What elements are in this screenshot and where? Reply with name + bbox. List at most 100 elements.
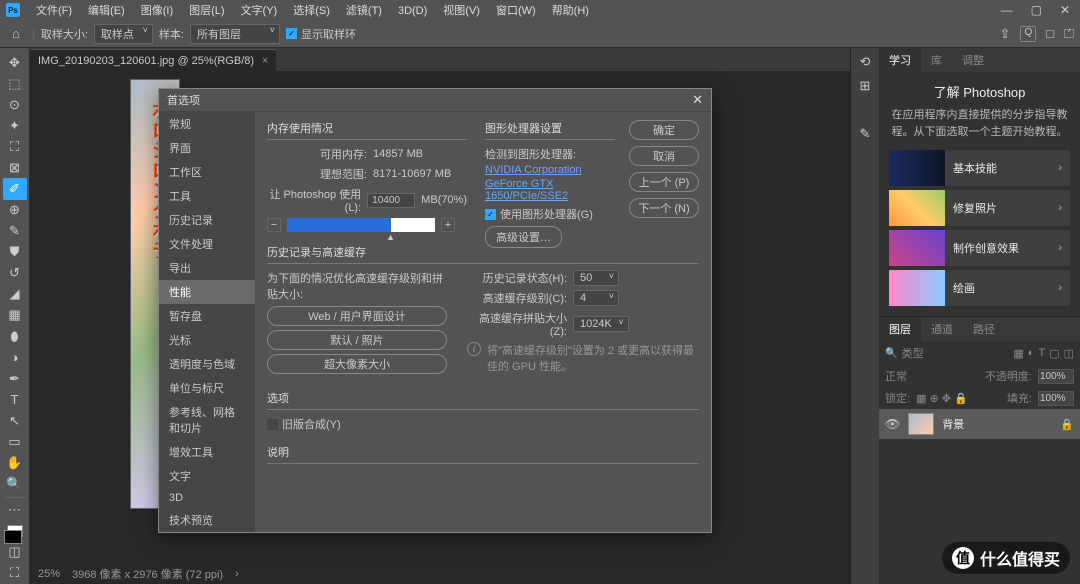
menu-item[interactable]: 3D(D) xyxy=(390,5,435,17)
sample-dropdown[interactable]: 所有图层 xyxy=(190,24,280,44)
nav-item[interactable]: 3D xyxy=(159,488,255,508)
history-brush-tool[interactable]: ↺ xyxy=(3,263,27,284)
filter-shape-icon[interactable]: ▢ xyxy=(1049,347,1059,360)
zoom-level[interactable]: 25% xyxy=(38,568,60,580)
menu-item[interactable]: 编辑(E) xyxy=(80,5,133,17)
document-tab[interactable]: IMG_20190203_120601.jpg @ 25%(RGB/8) × xyxy=(30,49,276,71)
lasso-tool[interactable]: ⊙ xyxy=(3,94,27,115)
hand-tool[interactable]: ✋ xyxy=(3,452,27,473)
plus-icon[interactable]: + xyxy=(441,218,455,232)
nav-item[interactable]: 单位与标尺 xyxy=(159,376,255,400)
panel-tab[interactable]: 图层 xyxy=(879,317,921,341)
share-icon[interactable]: ⇪ xyxy=(1000,26,1011,42)
menu-item[interactable]: 文件(F) xyxy=(28,5,80,17)
export-icon[interactable]: □ xyxy=(1046,26,1054,42)
learn-card[interactable]: 修复照片› xyxy=(889,190,1070,226)
sample-size-dropdown[interactable]: 取样点 xyxy=(94,24,153,44)
stamp-tool[interactable]: ⛊ xyxy=(3,242,27,263)
menu-item[interactable]: 文字(Y) xyxy=(233,5,286,17)
adjust-panel-icon[interactable]: ⊞ xyxy=(860,78,871,94)
panel-tab[interactable]: 学习 xyxy=(879,48,921,72)
filter-icon[interactable]: 🔍 xyxy=(885,348,897,359)
menu-item[interactable]: 滤镜(T) xyxy=(338,5,390,17)
menu-item[interactable]: 图层(L) xyxy=(181,5,232,17)
learn-card[interactable]: 制作创意效果› xyxy=(889,230,1070,266)
preset-default-button[interactable]: 默认 / 照片 xyxy=(267,330,447,350)
preset-web-button[interactable]: Web / 用户界面设计 xyxy=(267,306,447,326)
marquee-tool[interactable]: ⬚ xyxy=(3,73,27,94)
minus-icon[interactable]: − xyxy=(267,218,281,232)
gpu-advanced-button[interactable]: 高级设置… xyxy=(485,226,562,248)
cancel-button[interactable]: 取消 xyxy=(629,146,699,166)
nav-item[interactable]: 性能 xyxy=(159,280,255,304)
history-panel-icon[interactable]: ⟲ xyxy=(860,54,871,70)
dodge-tool[interactable]: ◑ xyxy=(3,347,27,368)
filter-image-icon[interactable]: ▦ xyxy=(1013,347,1023,360)
nav-item[interactable]: 技术预览 xyxy=(159,508,255,532)
dialog-close-icon[interactable]: ✕ xyxy=(692,92,703,108)
nav-item[interactable]: 界面 xyxy=(159,136,255,160)
memory-slider[interactable]: − ▲ + xyxy=(267,218,467,232)
prev-button[interactable]: 上一个 (P) xyxy=(629,172,699,192)
ok-button[interactable]: 确定 xyxy=(629,120,699,140)
memory-input[interactable] xyxy=(367,193,415,208)
move-tool[interactable]: ✥ xyxy=(3,52,27,73)
swatch-tool[interactable] xyxy=(3,521,27,542)
panel-tab[interactable]: 库 xyxy=(921,48,952,72)
close-button[interactable]: ✕ xyxy=(1056,3,1074,17)
panel-tab[interactable]: 路径 xyxy=(963,317,1005,341)
nav-item[interactable]: 历史记录 xyxy=(159,208,255,232)
home-icon[interactable]: ⌂ xyxy=(6,26,26,41)
nav-item[interactable]: 工作区 xyxy=(159,160,255,184)
legacy-checkbox[interactable]: 旧版合成(Y) xyxy=(267,416,699,432)
show-ring-checkbox[interactable]: ✓显示取样环 xyxy=(286,26,356,42)
wand-tool[interactable]: ✦ xyxy=(3,115,27,136)
nav-item[interactable]: 文件处理 xyxy=(159,232,255,256)
nav-item[interactable]: 透明度与色域 xyxy=(159,352,255,376)
lock-icons[interactable]: ▦ ⊕ ✥ 🔒 xyxy=(916,392,968,405)
quickmask-tool[interactable]: ◫ xyxy=(3,542,27,563)
next-button[interactable]: 下一个 (N) xyxy=(629,198,699,218)
more-tool[interactable]: ⋯ xyxy=(3,500,27,521)
brush-panel-icon[interactable]: ✎ xyxy=(860,126,871,142)
maximize-button[interactable]: ▢ xyxy=(1027,3,1046,17)
use-gpu-checkbox[interactable]: ✓使用图形处理器(G) xyxy=(485,206,615,222)
close-tab-icon[interactable]: × xyxy=(262,55,268,67)
nav-item[interactable]: 参考线、网格和切片 xyxy=(159,400,255,440)
pen-tool[interactable]: ✒ xyxy=(3,368,27,389)
nav-item[interactable]: 暂存盘 xyxy=(159,304,255,328)
fill-input[interactable] xyxy=(1038,391,1074,406)
zoom-tool[interactable]: 🔍 xyxy=(3,474,27,495)
menu-item[interactable]: 视图(V) xyxy=(435,5,488,17)
nav-item[interactable]: 常规 xyxy=(159,112,255,136)
gradient-tool[interactable]: ▦ xyxy=(3,305,27,326)
eyedropper-tool[interactable]: ✐ xyxy=(3,178,27,199)
panel-tab[interactable]: 调整 xyxy=(952,48,994,72)
frame-tool[interactable]: ⊠ xyxy=(3,157,27,178)
filter-smart-icon[interactable]: ◫ xyxy=(1064,347,1074,360)
text-tool[interactable]: T xyxy=(3,389,27,410)
path-tool[interactable]: ↖ xyxy=(3,410,27,431)
eraser-tool[interactable]: ◢ xyxy=(3,284,27,305)
filter-text-icon[interactable]: T xyxy=(1038,347,1045,359)
tile-dropdown[interactable]: 1024K xyxy=(573,316,629,332)
blur-tool[interactable]: ⬮ xyxy=(3,326,27,347)
screenmode-tool[interactable]: ⛶ xyxy=(3,563,27,584)
dialog-title-bar[interactable]: 首选项 ✕ xyxy=(159,89,711,112)
kind-filter[interactable]: 类型 xyxy=(901,345,923,361)
levels-dropdown[interactable]: 4 xyxy=(573,290,619,306)
nav-item[interactable]: 增效工具 xyxy=(159,440,255,464)
nav-item[interactable]: 工具 xyxy=(159,184,255,208)
menu-item[interactable]: 选择(S) xyxy=(285,5,338,17)
shape-tool[interactable]: ▭ xyxy=(3,431,27,452)
gpu-vendor[interactable]: NVIDIA Corporation xyxy=(485,164,615,176)
menu-item[interactable]: 图像(I) xyxy=(133,5,181,17)
search-icon[interactable]: Q xyxy=(1020,26,1036,42)
nav-item[interactable]: 导出 xyxy=(159,256,255,280)
menu-item[interactable]: 帮助(H) xyxy=(544,5,597,17)
preset-huge-button[interactable]: 超大像素大小 xyxy=(267,354,447,374)
crop-tool[interactable]: ⛶ xyxy=(3,136,27,157)
filter-adjust-icon[interactable]: ◐ xyxy=(1028,347,1035,359)
gpu-model[interactable]: GeForce GTX 1650/PCIe/SSE2 xyxy=(485,178,615,202)
learn-card[interactable]: 基本技能› xyxy=(889,150,1070,186)
